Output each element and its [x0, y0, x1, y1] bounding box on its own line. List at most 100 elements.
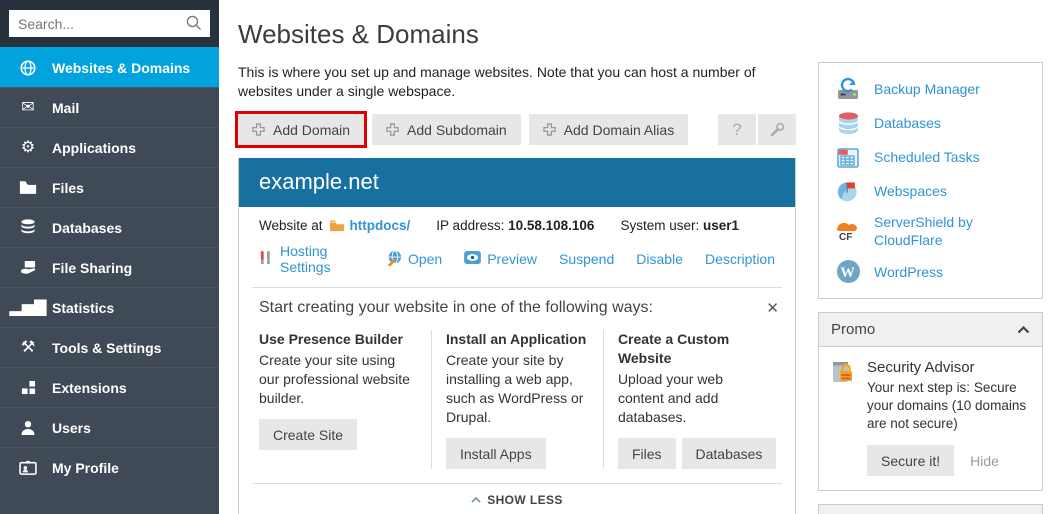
- right-sidebar: Backup Manager Databases: [818, 62, 1043, 514]
- chevron-up-icon: [1017, 326, 1030, 334]
- sidebar-item-applications[interactable]: ⚙ Applications: [0, 127, 219, 167]
- domain-name-header[interactable]: example.net: [239, 158, 795, 207]
- create-site-button[interactable]: Create Site: [259, 419, 357, 450]
- secure-it-button[interactable]: Secure it!: [867, 445, 954, 476]
- add-subdomain-button[interactable]: Add Subdomain: [372, 114, 521, 145]
- sidebar-nav: Websites & Domains ✉ Mail ⚙ Applications…: [0, 47, 219, 487]
- description-link[interactable]: Description: [705, 251, 775, 267]
- sidebar-item-label: Mail: [52, 100, 79, 116]
- sidebar-item-mail[interactable]: ✉ Mail: [0, 87, 219, 127]
- plus-icon: [386, 123, 399, 136]
- plus-icon: [252, 123, 265, 136]
- open-link[interactable]: Open: [408, 251, 442, 267]
- sidebar-item-label: Files: [52, 180, 84, 196]
- sidebar-item-label: Statistics: [52, 300, 114, 316]
- chevron-up-icon: [471, 497, 481, 503]
- ip-label: IP address:: [436, 218, 504, 233]
- gear-icon: ⚙: [17, 140, 39, 156]
- search-input[interactable]: [9, 10, 210, 37]
- sidebar-item-extensions[interactable]: Extensions: [0, 367, 219, 407]
- toolbar: Add Domain Add Subdomain Add Domain Alia…: [238, 114, 796, 145]
- hosting-settings-link[interactable]: Hosting Settings: [280, 243, 364, 275]
- plus-icon: [543, 123, 556, 136]
- preview-link[interactable]: Preview: [487, 251, 537, 267]
- sidebar-item-statistics[interactable]: ▂▅▇ Statistics: [0, 287, 219, 327]
- tools-icon: ⚒: [17, 340, 39, 356]
- website-at-label: Website at: [259, 218, 323, 233]
- id-card-icon: [17, 460, 39, 475]
- databases-button[interactable]: Databases: [682, 438, 777, 469]
- sidebar-item-label: Databases: [52, 220, 122, 236]
- install-application-column: Install an Application Create your site …: [431, 330, 603, 469]
- promo-header[interactable]: Promo: [819, 313, 1042, 347]
- add-domain-alias-button[interactable]: Add Domain Alias: [529, 114, 689, 145]
- column-heading: Install an Application: [446, 330, 589, 349]
- sidebar-item-users[interactable]: Users: [0, 407, 219, 447]
- install-apps-button[interactable]: Install Apps: [446, 438, 546, 469]
- webspaces-link[interactable]: Webspaces: [819, 174, 1042, 208]
- user-icon: [17, 420, 39, 436]
- help-button[interactable]: ?: [718, 114, 756, 145]
- sidebar-item-my-profile[interactable]: My Profile: [0, 447, 219, 487]
- page-description: This is where you set up and manage webs…: [238, 63, 766, 101]
- page-title: Websites & Domains: [238, 19, 796, 50]
- folder-icon: [329, 219, 345, 232]
- domain-card: example.net Website at httpdocs/ IP addr…: [238, 158, 796, 514]
- svg-text:CF: CF: [839, 232, 852, 243]
- sidebar-item-tools-settings[interactable]: ⚒ Tools & Settings: [0, 327, 219, 367]
- extensions-icon: [17, 380, 39, 395]
- databases-link[interactable]: Databases: [819, 106, 1042, 140]
- share-hand-icon: [17, 260, 39, 276]
- scheduled-tasks-link[interactable]: Scheduled Tasks: [819, 140, 1042, 174]
- security-advisor-title: Security Advisor: [867, 359, 1030, 376]
- server-tools-box: Backup Manager Databases: [818, 62, 1043, 299]
- sidebar-item-label: My Profile: [52, 460, 119, 476]
- backup-manager-icon: [835, 77, 861, 101]
- hide-link[interactable]: Hide: [970, 453, 999, 469]
- webspaces-globe-icon: [835, 179, 861, 203]
- suspend-link[interactable]: Suspend: [559, 251, 614, 267]
- security-advisor-text: Your next step is: Secure your domains (…: [867, 379, 1030, 433]
- mail-icon: ✉: [17, 100, 39, 116]
- promo-panel: Promo Security Advisor Your next step is…: [818, 312, 1043, 491]
- left-sidebar: Websites & Domains ✉ Mail ⚙ Applications…: [0, 0, 219, 514]
- wordpress-icon: W: [835, 259, 861, 284]
- search-icon[interactable]: [185, 14, 203, 37]
- sidebar-item-websites-domains[interactable]: Websites & Domains: [0, 47, 219, 87]
- svg-text:W: W: [840, 265, 855, 281]
- add-domain-button[interactable]: Add Domain: [238, 114, 364, 145]
- sidebar-item-label: Extensions: [52, 380, 127, 396]
- close-icon[interactable]: ✕: [766, 299, 779, 317]
- settings-wrench-button[interactable]: [758, 114, 796, 145]
- custom-website-column: Create a Custom Website Upload your web …: [603, 330, 775, 469]
- backup-manager-link[interactable]: Backup Manager: [819, 72, 1042, 106]
- start-creating-title: Start creating your website in one of th…: [259, 299, 775, 317]
- search-area: [0, 0, 219, 47]
- sidebar-item-files[interactable]: Files: [0, 167, 219, 207]
- main-content: Websites & Domains This is where you set…: [238, 0, 796, 514]
- sidebar-item-label: File Sharing: [52, 260, 132, 276]
- column-text: Create your site by installing a web app…: [446, 351, 589, 427]
- domain-info-row: Website at httpdocs/ IP address: 10.58.1…: [239, 207, 795, 233]
- wordpress-link[interactable]: W WordPress: [819, 254, 1042, 289]
- preview-eye-icon: [464, 251, 481, 267]
- disable-link[interactable]: Disable: [636, 251, 683, 267]
- sidebar-item-file-sharing[interactable]: File Sharing: [0, 247, 219, 287]
- files-button[interactable]: Files: [618, 438, 676, 469]
- sidebar-item-databases[interactable]: Databases: [0, 207, 219, 247]
- show-less-toggle[interactable]: SHOW LESS: [239, 484, 795, 514]
- bar-chart-icon: ▂▅▇: [17, 300, 39, 316]
- column-text: Create your site using our professional …: [259, 351, 417, 408]
- folder-icon: [17, 180, 39, 196]
- databases-icon: [835, 111, 861, 135]
- sidebar-item-label: Websites & Domains: [52, 60, 190, 76]
- hosting-settings-icon: [259, 250, 274, 268]
- sidebar-item-label: Tools & Settings: [52, 340, 161, 356]
- sidebar-item-label: Users: [52, 420, 91, 436]
- docroot-link[interactable]: httpdocs/: [350, 218, 411, 233]
- domain-actions-row: Hosting Settings Open: [239, 233, 795, 287]
- security-advisor-promo: Security Advisor Your next step is: Secu…: [819, 347, 1042, 490]
- calendar-icon: [835, 145, 861, 169]
- servershield-link[interactable]: CF ServerShield by CloudFlare: [819, 208, 1042, 254]
- system-overview-header[interactable]: System Overview: [819, 505, 1042, 514]
